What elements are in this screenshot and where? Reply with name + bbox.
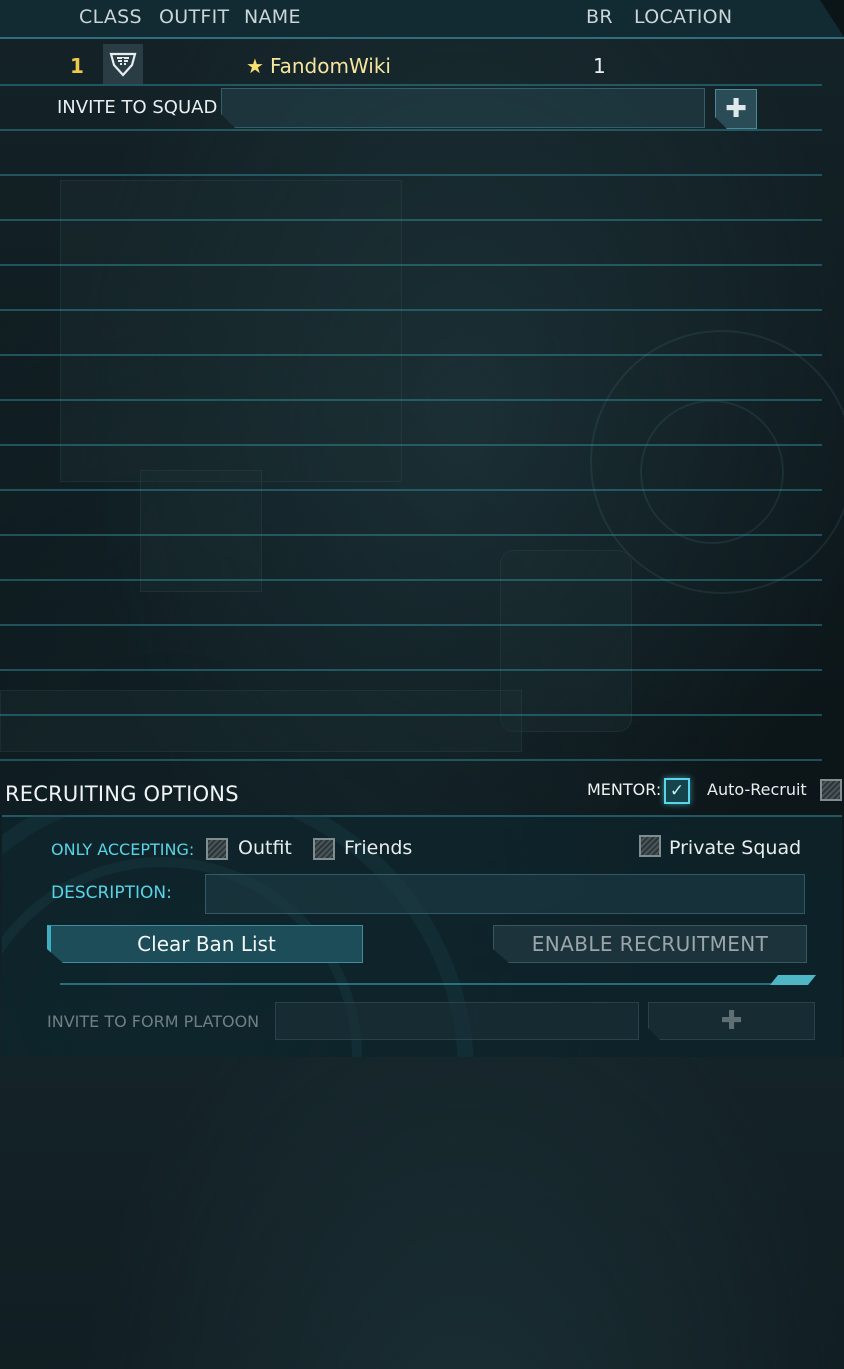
mentor-checkbox[interactable]: ✓ [664,778,690,804]
roster-header: CLASS OUTFIT NAME BR LOCATION [0,0,844,39]
friends-checkbox[interactable] [313,838,335,860]
invite-to-squad-label: INVITE TO SQUAD [57,97,218,118]
column-br[interactable]: BR [586,6,613,28]
section-divider [60,975,816,985]
invite-to-squad-input[interactable] [221,88,705,128]
private-squad-label[interactable]: Private Squad [669,837,801,859]
description-input[interactable] [205,874,805,914]
roster-row-line [0,309,822,311]
enable-recruitment-button[interactable]: ENABLE RECRUITMENT [493,925,807,963]
recruiting-options-title: RECRUITING OPTIONS [5,782,239,806]
roster-row-line [0,84,822,86]
invite-to-form-platoon-add-button[interactable]: ✚ [648,1002,815,1040]
outfit-option-label[interactable]: Outfit [238,837,292,859]
member-slot-number: 1 [70,54,84,78]
column-name[interactable]: NAME [244,6,301,28]
description-label: DESCRIPTION: [51,883,172,903]
auto-recruit-checkbox[interactable] [820,779,842,801]
roster-row-line [0,354,822,356]
roster-row-line [0,624,822,626]
divider-line [60,983,780,985]
outfit-checkbox[interactable] [206,838,228,860]
member-name[interactable]: ★ FandomWiki [246,54,391,78]
roster-row-line [0,399,822,401]
roster-row-line [0,669,822,671]
header-corner [820,0,844,37]
checkmark-icon: ✓ [669,781,685,801]
roster-row-line [0,759,822,761]
roster-row-line [0,444,822,446]
roster-row-line [0,219,822,221]
mentor-label: MENTOR: [587,780,662,799]
divider-accent [770,975,816,985]
column-outfit[interactable]: OUTFIT [159,6,229,28]
infiltrator-class-icon [103,44,143,84]
roster-row-line [0,489,822,491]
clear-ban-list-button[interactable]: Clear Ban List [47,925,363,963]
invite-to-squad-add-button[interactable]: ✚ [715,89,757,129]
roster-row-line [0,174,822,176]
private-squad-checkbox[interactable] [639,835,661,857]
only-accepting-label: ONLY ACCEPTING: [51,840,195,859]
invite-to-form-platoon-label: INVITE TO FORM PLATOON [47,1012,260,1031]
roster-row-line [0,129,822,131]
member-name-text: FandomWiki [269,54,391,78]
column-location[interactable]: LOCATION [634,6,732,28]
roster-row-line [0,264,822,266]
plus-icon: ✚ [725,94,747,124]
plus-icon: ✚ [720,1006,743,1036]
invite-to-form-platoon-input[interactable] [275,1002,639,1040]
star-icon: ★ [246,54,264,78]
roster-row-line [0,534,822,536]
friends-option-label[interactable]: Friends [344,837,412,859]
roster-row-line [0,579,822,581]
auto-recruit-label: Auto-Recruit [707,780,807,799]
roster-grid [0,40,844,770]
member-battle-rank: 1 [593,54,606,78]
column-class[interactable]: CLASS [79,6,142,28]
roster-row-line [0,714,822,716]
